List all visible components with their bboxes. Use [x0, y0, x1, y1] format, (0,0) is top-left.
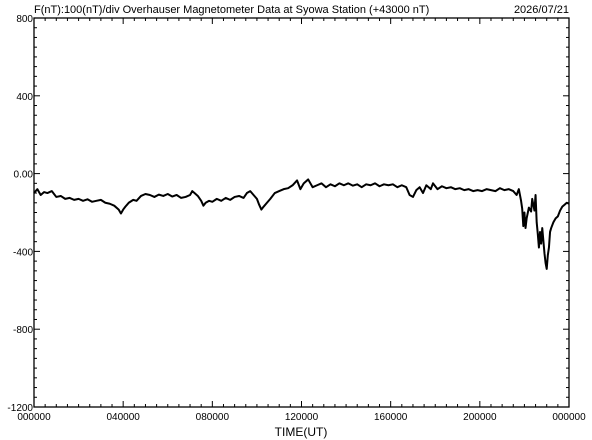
x-tick-label: 200000: [463, 412, 497, 423]
y-tick-label: 800: [16, 14, 33, 25]
x-tick-label: 120000: [285, 412, 319, 423]
plot-frame: [33, 17, 570, 408]
magnetometer-chart: F(nT):100(nT)/div Overhauser Magnetomete…: [7, 4, 586, 439]
y-axis-tick-labels: 800 400 0.00 -400 -800 -1200: [7, 14, 33, 414]
x-axis-label: TIME(UT): [275, 425, 328, 439]
chart-date: 2026/07/21: [514, 4, 569, 16]
y-tick-label: 400: [16, 92, 33, 103]
y-tick-label: -1200: [7, 403, 33, 414]
y-tick-label: 0.00: [14, 170, 34, 181]
series-line: [33, 178, 570, 270]
y-tick-label: -400: [13, 247, 33, 258]
x-tick-label: 040000: [106, 412, 140, 423]
x-axis-tick-labels: 000000 040000 080000 120000 160000 200000 0000…: [17, 412, 586, 423]
x-tick-label: 000000: [552, 412, 586, 423]
minor-ticks: [34, 18, 569, 407]
x-tick-label: 080000: [196, 412, 230, 423]
y-tick-label: -800: [13, 325, 33, 336]
chart-title: F(nT):100(nT)/div Overhauser Magnetomete…: [34, 4, 429, 16]
series-layer: [33, 178, 570, 270]
x-tick-label: 160000: [374, 412, 408, 423]
